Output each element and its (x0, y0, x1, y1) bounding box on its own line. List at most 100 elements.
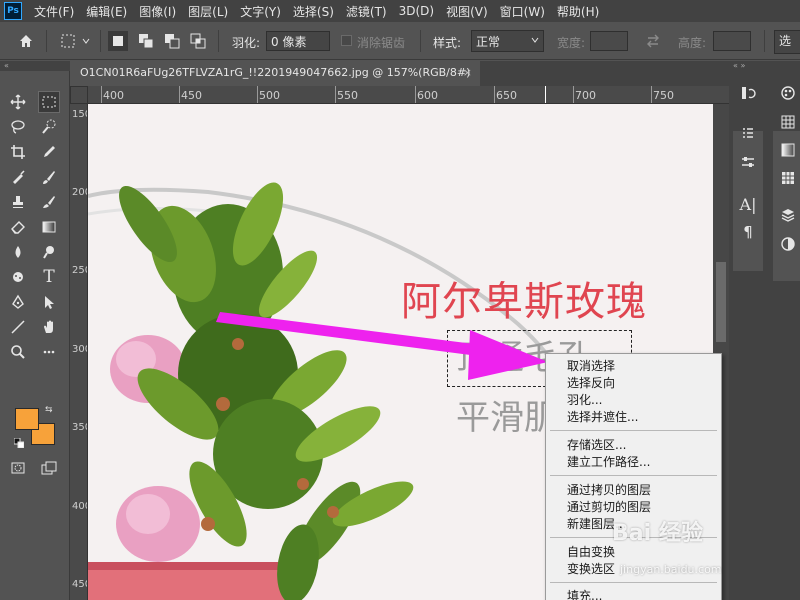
ruler-label: 400 (72, 501, 87, 512)
gradient-tool-icon[interactable] (38, 216, 60, 238)
character-panel-icon[interactable]: A| (737, 193, 759, 215)
swatches-panel-icon[interactable] (777, 111, 799, 133)
sponge-tool-icon[interactable] (7, 266, 29, 288)
menu-layer[interactable]: 图层(L) (182, 3, 234, 20)
screen-mode-icon[interactable] (38, 457, 60, 479)
menu-item-free-transform[interactable]: 自由变换 (567, 544, 615, 560)
menu-bar: Ps 文件(F) 编辑(E) 图像(I) 图层(L) 文字(Y) 选择(S) 滤… (0, 0, 800, 22)
menu-3d[interactable]: 3D(D) (393, 4, 440, 18)
ruler-corner (70, 86, 88, 104)
move-tool-icon[interactable] (7, 91, 29, 113)
quick-mask-icon[interactable] (7, 457, 29, 479)
gradients-panel-icon[interactable] (777, 139, 799, 161)
ruler-tick (179, 86, 180, 103)
blur-tool-icon[interactable] (7, 241, 29, 263)
swap-colors-icon[interactable]: ⇆ (45, 405, 55, 415)
menu-filter[interactable]: 滤镜(T) (340, 3, 393, 20)
pen-tool-icon[interactable] (7, 291, 29, 313)
adjustments-panel-icon[interactable] (737, 151, 759, 173)
app-logo: Ps (4, 2, 22, 20)
ruler-label: 500 (259, 89, 280, 102)
menu-file[interactable]: 文件(F) (28, 3, 80, 20)
options-separator (764, 30, 765, 52)
layers-panel-icon[interactable] (777, 204, 799, 226)
zoom-tool-icon[interactable] (7, 341, 29, 363)
menu-separator (550, 430, 717, 431)
color-panel-icon[interactable] (777, 82, 799, 104)
ruler-tick (573, 86, 574, 103)
add-selection-icon[interactable] (136, 31, 156, 51)
paragraph-panel-icon[interactable]: ¶ (737, 221, 759, 243)
menu-item-make-work-path[interactable]: 建立工作路径... (567, 454, 650, 470)
options-bar: 羽化: 0 像素 消除锯齿 样式: 正常 宽度: 高度: 选 (0, 22, 800, 60)
patterns-panel-icon[interactable] (777, 167, 799, 189)
feather-input[interactable]: 0 像素 (266, 31, 330, 51)
height-input[interactable] (713, 31, 751, 51)
ruler-tick (101, 86, 102, 103)
width-input[interactable] (590, 31, 628, 51)
more-tools-icon[interactable] (38, 341, 60, 363)
eyedropper-tool-icon[interactable] (38, 141, 60, 163)
menu-item-deselect[interactable]: 取消选择 (567, 358, 615, 374)
brush-tool-icon[interactable] (38, 166, 60, 188)
ruler-label: 150 (72, 109, 87, 120)
style-select-value: 正常 (476, 35, 501, 49)
menu-window[interactable]: 窗口(W) (494, 3, 551, 20)
new-selection-icon[interactable] (108, 31, 128, 51)
menu-item-layer-via-cut[interactable]: 通过剪切的图层 (567, 499, 651, 515)
foreground-color-swatch[interactable] (15, 408, 39, 430)
menu-item-feather[interactable]: 羽化... (567, 392, 602, 408)
menu-item-transform-selection[interactable]: 变换选区 (567, 561, 615, 577)
menu-item-save-selection[interactable]: 存储选区... (567, 437, 626, 453)
default-colors-icon[interactable] (13, 437, 25, 449)
antialias-checkbox[interactable] (341, 35, 352, 46)
photoshop-window: Ps 文件(F) 编辑(E) 图像(I) 图层(L) 文字(Y) 选择(S) 滤… (0, 0, 800, 600)
line-tool-icon[interactable] (7, 316, 29, 338)
menu-edit[interactable]: 编辑(E) (80, 3, 133, 20)
menu-view[interactable]: 视图(V) (440, 3, 494, 20)
history-brush-tool-icon[interactable] (38, 191, 60, 213)
ruler-label: 200 (72, 187, 87, 198)
menu-image[interactable]: 图像(I) (133, 3, 182, 20)
rectangular-marquee-tool-icon[interactable] (38, 91, 60, 113)
path-selection-tool-icon[interactable] (38, 291, 60, 313)
home-icon[interactable] (16, 31, 36, 51)
lasso-tool-icon[interactable] (7, 116, 29, 138)
menu-item-layer-via-copy[interactable]: 通过拷贝的图层 (567, 482, 651, 498)
collapse-arrows-icon[interactable]: « » (729, 61, 800, 71)
properties-panel-icon[interactable] (737, 123, 759, 145)
healing-brush-tool-icon[interactable] (7, 166, 29, 188)
menu-type[interactable]: 文字(Y) (234, 3, 287, 20)
subtract-selection-icon[interactable] (162, 31, 182, 51)
clone-stamp-tool-icon[interactable] (7, 191, 29, 213)
style-select[interactable]: 正常 (471, 30, 544, 52)
menu-help[interactable]: 帮助(H) (551, 3, 605, 20)
select-and-mask-button[interactable]: 选 (774, 30, 800, 54)
menu-item-fill[interactable]: 填充... (567, 588, 602, 600)
hand-tool-icon[interactable] (38, 316, 60, 338)
swap-icon[interactable] (643, 31, 663, 51)
document-tab[interactable]: O1CN01R6aFUg26TFLVZA1rG_!!2201949047662.… (70, 61, 480, 86)
options-separator (100, 30, 101, 52)
menu-item-select-inverse[interactable]: 选择反向 (567, 375, 615, 391)
dodge-tool-icon[interactable] (38, 241, 60, 263)
intersect-selection-icon[interactable] (188, 31, 208, 51)
menu-item-select-and-mask[interactable]: 选择并遮住... (567, 409, 638, 425)
vertical-ruler: 150 200 250 300 350 400 450 (70, 104, 88, 600)
history-panel-icon[interactable] (737, 82, 759, 104)
channels-panel-icon[interactable] (777, 233, 799, 255)
ruler-tick (257, 86, 258, 103)
menu-separator (550, 582, 717, 583)
menu-select[interactable]: 选择(S) (287, 3, 340, 20)
crop-tool-icon[interactable] (7, 141, 29, 163)
type-tool-icon[interactable]: T (38, 266, 60, 288)
vertical-scrollbar-thumb[interactable] (716, 262, 726, 342)
eraser-tool-icon[interactable] (7, 216, 29, 238)
chevron-down-icon[interactable] (80, 31, 92, 51)
marquee-preset-icon[interactable] (58, 31, 78, 51)
width-label: 宽度: (557, 36, 586, 50)
quick-selection-tool-icon[interactable] (38, 116, 60, 138)
ruler-label: 550 (337, 89, 358, 102)
collapse-arrows-icon[interactable]: « (0, 61, 70, 71)
close-tab-icon[interactable]: × (463, 66, 472, 79)
